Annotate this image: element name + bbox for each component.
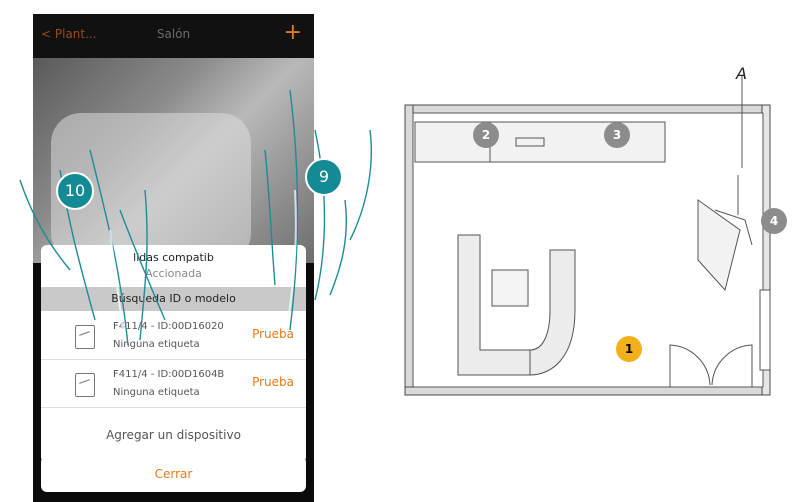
compatible-outputs-text: lidas compatib — [133, 251, 214, 264]
device-label: Ninguna etiqueta — [113, 339, 200, 350]
light-bulb-icon[interactable]: 3 — [604, 122, 630, 148]
test-button[interactable]: Prueba — [252, 327, 294, 341]
step-badge-10: 10 — [56, 172, 94, 210]
device-name: F411/4 - ID:00D16020 — [113, 321, 224, 332]
phone-screen: < Plant... Salón + lidas compatib Accion… — [33, 14, 314, 502]
list-item[interactable]: F411/4 - ID:00D1604B Ninguna etiqueta Pr… — [41, 361, 306, 408]
add-device-button[interactable]: Agregar un dispositivo — [41, 415, 306, 455]
switch-icon — [75, 373, 95, 397]
area-label: A — [736, 64, 747, 83]
device-list-card: lidas compatib Accionada Búsqueda ID o m… — [41, 245, 306, 463]
light-bulb-icon[interactable]: 2 — [473, 122, 499, 148]
top-bar: < Plant... Salón + — [33, 14, 314, 58]
actuated-text: Accionada — [145, 267, 202, 280]
bulb-label: 2 — [481, 128, 491, 142]
device-label: Ninguna etiqueta — [113, 387, 200, 398]
list-item[interactable]: F411/4 - ID:00D16020 Ninguna etiqueta Pr… — [41, 313, 306, 360]
switch-icon — [75, 325, 95, 349]
close-button[interactable]: Cerrar — [41, 456, 306, 492]
device-name: F411/4 - ID:00D1604B — [113, 369, 225, 380]
step-badge-9: 9 — [305, 158, 343, 196]
bulb-label: 1 — [624, 342, 634, 356]
light-bulb-icon[interactable]: 4 — [761, 208, 787, 234]
page-title: Salón — [156, 27, 191, 41]
floor-plan — [404, 75, 771, 396]
light-bulb-on-icon[interactable]: 1 — [616, 336, 642, 362]
bulb-label: 3 — [612, 128, 622, 142]
bulb-label: 4 — [769, 214, 779, 228]
room-photo — [33, 58, 314, 263]
add-icon[interactable]: + — [284, 20, 302, 45]
test-button[interactable]: Prueba — [252, 375, 294, 389]
search-by-id-or-model[interactable]: Búsqueda ID o modelo — [41, 287, 306, 311]
